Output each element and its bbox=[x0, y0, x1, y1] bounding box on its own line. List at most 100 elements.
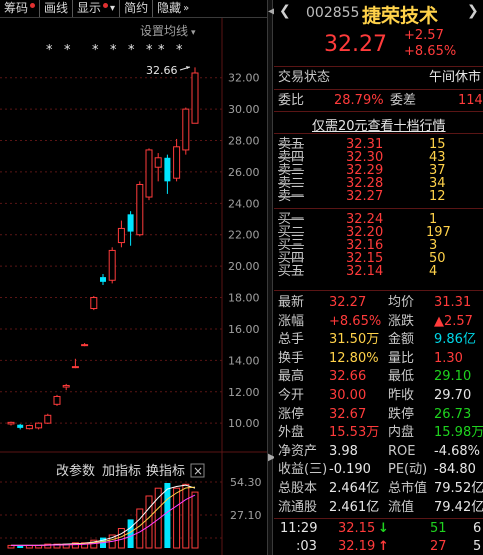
divider bbox=[274, 66, 483, 67]
candle-body bbox=[44, 414, 52, 424]
price-axis-label: 16.00 bbox=[228, 323, 260, 336]
stat-label: 总手 bbox=[278, 332, 305, 348]
stat-label: 总市值 bbox=[388, 481, 428, 496]
stat-value: 79.42亿 bbox=[434, 499, 483, 515]
quote-panel: ❮ 002855 捷荣技术 ❯ 32.27 +2.57 +8.65% 交易状态 … bbox=[274, 0, 483, 555]
tick-count: 5 bbox=[473, 539, 482, 554]
candle-body bbox=[191, 72, 199, 124]
price-axis-label: 14.00 bbox=[228, 354, 260, 367]
stat-value: 15.53万 bbox=[329, 425, 380, 441]
volume-bar bbox=[164, 483, 171, 548]
order-ratio-value: 28.79% bbox=[334, 93, 384, 108]
signal-star-icon: * bbox=[176, 43, 183, 58]
toolbar-simple-button[interactable]: 简约 bbox=[120, 0, 154, 17]
stat-row: 今开 30.00 昨收 29.70 bbox=[274, 387, 483, 405]
stat-row: 涨幅 +8.65% 涨跌 ▲2.57 bbox=[274, 313, 483, 331]
stat-value: -4.68% bbox=[434, 443, 480, 459]
volume-bar bbox=[191, 491, 199, 549]
trade-status-row: 交易状态 午间休市 bbox=[274, 69, 483, 87]
switch-indicator-button[interactable]: 换指标 bbox=[146, 464, 185, 479]
order-ratio-label: 委比 bbox=[278, 93, 305, 108]
price-axis: 32.00 30.00 28.00 26.00 24.00 22.00 20.00 18.00… bbox=[228, 72, 260, 430]
stat-row: 流通股 2.461亿 流值 79.42亿 bbox=[274, 499, 483, 517]
buy-level-label: 买五 bbox=[278, 264, 305, 279]
stat-label: 最低 bbox=[388, 369, 415, 385]
candle-body bbox=[90, 297, 98, 310]
indicator-close-button[interactable]: × bbox=[190, 463, 205, 478]
stat-label: 最高 bbox=[278, 369, 305, 385]
buy-level-volume: 4 bbox=[429, 264, 438, 279]
volume-bar bbox=[173, 487, 181, 549]
order-ratio-row: 委比 28.79% 委差 114 bbox=[274, 92, 483, 110]
candle-body bbox=[164, 157, 171, 182]
price-axis-label: 28.00 bbox=[228, 135, 260, 148]
stat-value: 3.98 bbox=[329, 443, 358, 459]
high-price-label: 32.66 bbox=[146, 64, 178, 77]
next-stock-icon[interactable]: ❯ bbox=[467, 3, 479, 19]
add-indicator-button[interactable]: 加指标 bbox=[102, 464, 141, 479]
stat-row: 最新 32.27 均价 31.31 bbox=[274, 294, 483, 312]
candle-body bbox=[154, 157, 162, 168]
toolbar-display-button[interactable]: 显示 ▾ bbox=[73, 0, 121, 17]
toolbar-hide-button[interactable]: 隐藏 » bbox=[153, 0, 193, 17]
stat-value: ▲2.57 bbox=[434, 313, 473, 329]
notification-dot-icon bbox=[30, 3, 36, 8]
double-chevron-right-icon: » bbox=[183, 3, 190, 14]
price-axis-label: 12.00 bbox=[228, 386, 260, 399]
trade-status-value: 午间休市 bbox=[429, 70, 482, 85]
candle-body bbox=[62, 384, 70, 388]
tick-count: 6 bbox=[473, 521, 482, 536]
tick-price: 32.19 bbox=[338, 539, 376, 554]
stat-value: 2.461亿 bbox=[329, 499, 380, 515]
last-price: 32.27 bbox=[324, 32, 387, 57]
signal-star-icon: * bbox=[92, 43, 99, 58]
volume-bar bbox=[145, 495, 153, 549]
candle-body bbox=[7, 421, 15, 425]
stat-label: ROE bbox=[388, 443, 416, 459]
stat-value: 32.66 bbox=[329, 369, 367, 385]
stat-label: 量比 bbox=[388, 350, 415, 366]
trade-status-label: 交易状态 bbox=[278, 70, 331, 85]
tick-row: 11:29 32.15 ↓ 51 6 bbox=[274, 521, 483, 537]
stat-value: 9.86亿 bbox=[434, 332, 476, 348]
divider bbox=[274, 133, 483, 134]
level2-promo-link[interactable]: 仅需20元查看十档行情 bbox=[312, 115, 446, 134]
toolbar-chips-button[interactable]: 筹码 bbox=[0, 0, 41, 17]
price-axis-label: 24.00 bbox=[228, 197, 260, 210]
order-diff-label: 委差 bbox=[390, 93, 417, 108]
prev-stock-icon[interactable]: ❮ bbox=[279, 3, 291, 19]
candlestick-chart[interactable]: 设置均线 ▾ * * * * * * * * 32.00 30.00 28.00 26.00 24.00… bbox=[0, 18, 267, 555]
stat-value: 29.70 bbox=[434, 388, 472, 403]
price-axis-label: 32.00 bbox=[228, 72, 260, 85]
price-axis-label: 22.00 bbox=[228, 229, 260, 242]
chart-toolbar: 筹码 画线 显示 ▾ 简约 隐藏 » bbox=[0, 0, 267, 18]
price-axis-label: 30.00 bbox=[228, 103, 260, 116]
buy-level-price: 32.14 bbox=[346, 264, 384, 279]
stat-value: 30.00 bbox=[329, 388, 367, 403]
stat-label: 跌停 bbox=[388, 406, 415, 422]
signal-star-icon: * bbox=[146, 43, 153, 58]
stat-value: 32.67 bbox=[329, 406, 367, 422]
price-axis-label: 18.00 bbox=[228, 292, 260, 305]
sell-level-label: 卖一 bbox=[278, 189, 305, 204]
stat-value: 32.27 bbox=[329, 295, 367, 310]
edit-params-button[interactable]: 改参数 bbox=[56, 463, 95, 479]
stat-label: 流值 bbox=[388, 499, 415, 515]
ma-settings-link[interactable]: 设置均线 ▾ bbox=[140, 24, 196, 38]
indicator-axis-label-mid: 27.10 bbox=[230, 509, 262, 522]
buy-level-5: 买五 32.14 4 bbox=[274, 265, 483, 278]
sell-level-volume: 12 bbox=[429, 189, 446, 204]
candle-body bbox=[127, 214, 134, 232]
stat-label: 收益(三) bbox=[278, 462, 328, 478]
divider bbox=[274, 518, 483, 519]
stat-label: 总股本 bbox=[278, 481, 318, 496]
price-axis-label: 10.00 bbox=[228, 417, 260, 430]
quote-header: ❮ 002855 捷荣技术 ❯ bbox=[274, 0, 483, 27]
divider bbox=[274, 111, 483, 112]
notification-dot-icon bbox=[103, 3, 109, 8]
toolbar-draw-button[interactable]: 画线 bbox=[40, 0, 74, 17]
divider bbox=[274, 89, 483, 90]
candle-body bbox=[25, 425, 33, 430]
stat-label: 金额 bbox=[388, 332, 415, 348]
pane-splitter[interactable] bbox=[267, 0, 273, 555]
